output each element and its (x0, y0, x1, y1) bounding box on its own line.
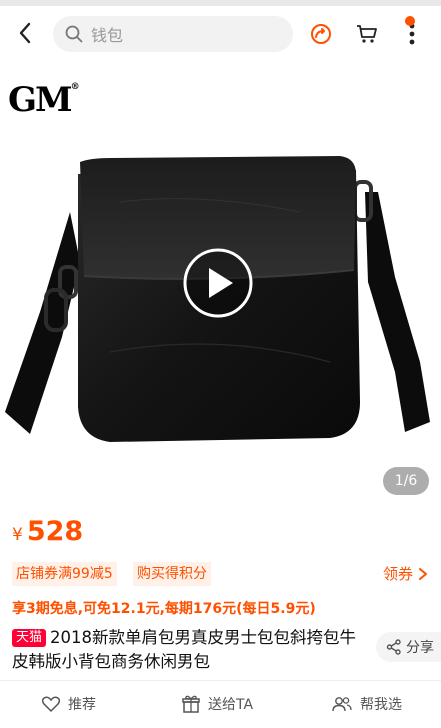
more-vertical-icon (409, 23, 415, 45)
price-row: ¥ 528 (12, 516, 83, 556)
gift-icon (182, 695, 200, 713)
people-icon (332, 697, 352, 712)
promo-tag-store-coupon: 店铺券满99减5 (12, 562, 117, 586)
installment-info: 享3期免息,可免12.1元,每期176元(每日5.9元) (12, 601, 316, 617)
share-label: 分享 (406, 640, 434, 656)
image-page-indicator: 1/6 (383, 467, 429, 495)
search-icon (65, 25, 83, 43)
gift-button[interactable]: 送给TA (182, 681, 253, 727)
help-pick-label: 帮我选 (360, 697, 402, 713)
back-button[interactable] (10, 18, 40, 48)
share-circle-icon (311, 24, 331, 44)
bottom-tab-bar: 推荐 送给TA 帮我选 (0, 680, 441, 728)
help-pick-button[interactable]: 帮我选 (332, 681, 402, 727)
product-title: 2018新款单肩包男真皮男士包包斜挎包牛皮韩版小背包商务休闲男包 (12, 628, 357, 671)
product-title-block: 天猫 2018新款单肩包男真皮男士包包斜挎包牛皮韩版小背包商务休闲男包 (12, 626, 372, 674)
gift-label: 送给TA (208, 697, 254, 713)
cart-icon (357, 25, 377, 43)
get-voucher-label: 领券 (382, 565, 413, 583)
product-price: 528 (26, 516, 84, 547)
recommend-button[interactable]: 推荐 (42, 681, 96, 727)
share-icon (386, 639, 401, 655)
recommend-label: 推荐 (68, 697, 96, 713)
share-circle-button[interactable] (306, 19, 336, 49)
search-input[interactable]: 钱包 (53, 16, 293, 52)
search-placeholder: 钱包 (91, 26, 124, 45)
product-bag-image (5, 156, 430, 442)
get-voucher-button[interactable]: 领券 (383, 562, 429, 586)
currency-symbol: ¥ (12, 525, 23, 545)
share-button[interactable]: 分享 (376, 632, 441, 662)
notification-dot (405, 16, 415, 26)
cart-button[interactable] (352, 19, 382, 49)
product-media-carousel[interactable]: GM® 1/6 (0, 62, 441, 508)
top-navigation-bar: 钱包 (0, 6, 441, 62)
promo-tag-points: 购买得积分 (133, 562, 211, 586)
promotion-row[interactable]: 店铺券满99减5 购买得积分 领券 (12, 562, 429, 588)
heart-icon (42, 696, 60, 712)
chevron-right-icon (419, 568, 427, 580)
tmall-badge: 天猫 (12, 629, 47, 647)
chevron-left-icon (19, 22, 31, 44)
